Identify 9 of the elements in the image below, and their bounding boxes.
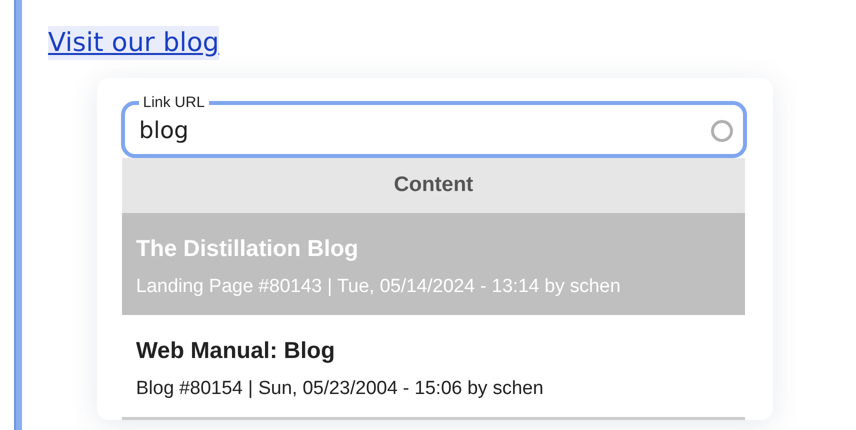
results-heading: Content (122, 158, 745, 213)
link-url-field[interactable]: Link URL blog (121, 94, 747, 158)
result-title: The Distillation Blog (136, 235, 360, 262)
result-title: Web Manual: Blog (136, 337, 336, 364)
result-meta: Blog #80154 | Sun, 05/23/2004 - 15:06 by schen (136, 378, 544, 400)
url-input[interactable]: blog (137, 116, 711, 144)
field-label: Link URL (142, 94, 206, 111)
result-meta: Landing Page #80143 | Tue, 05/14/2024 - 13:14 by schen (136, 276, 622, 298)
blog-link[interactable]: Visit our blog (48, 26, 220, 60)
